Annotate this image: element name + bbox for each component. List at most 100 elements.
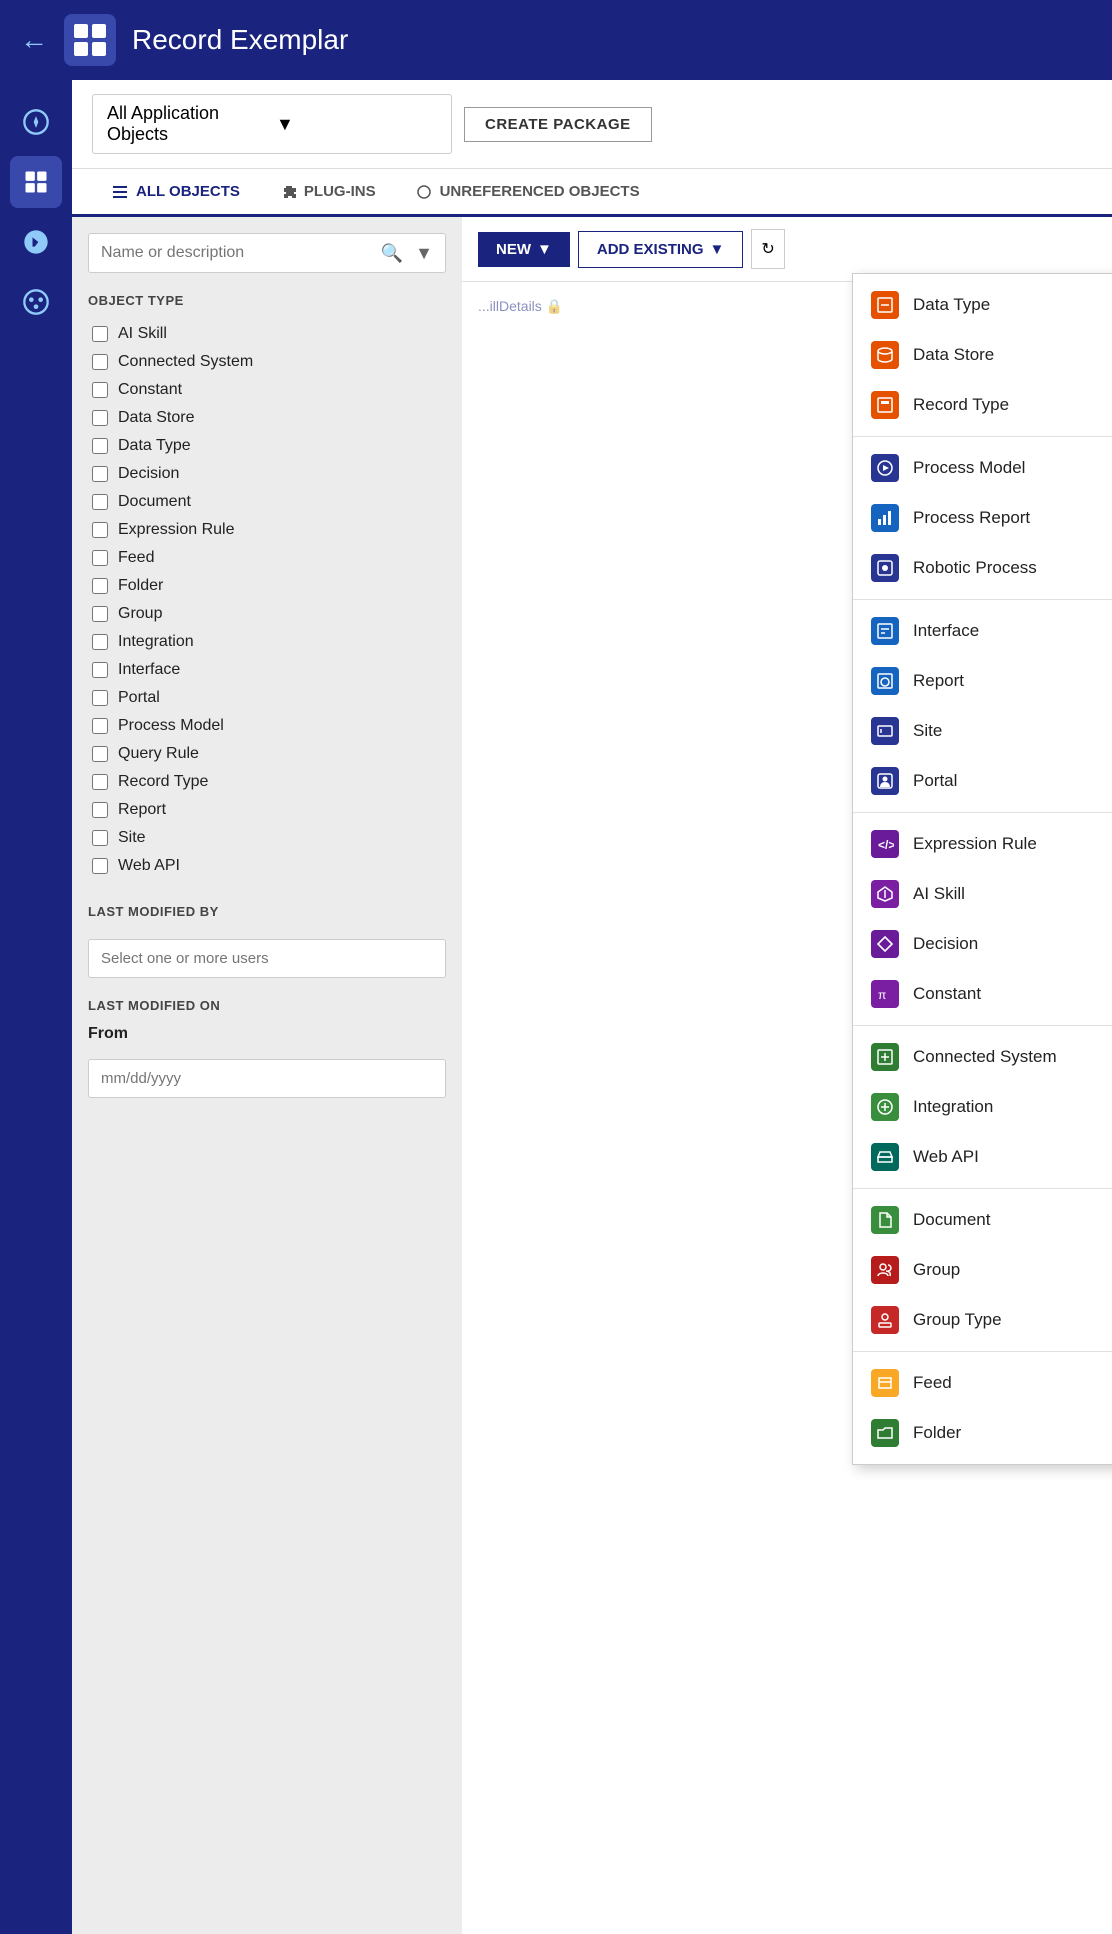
menu-item-decision[interactable]: Decision xyxy=(853,919,1112,969)
checkbox-item-data-type: Data Type xyxy=(88,432,446,460)
report-icon xyxy=(871,667,899,695)
checkbox-item-decision: Decision xyxy=(88,460,446,488)
new-dropdown-menu: Data Type Data StoreRecord Type Process Mo… xyxy=(852,273,1112,1465)
app-icon xyxy=(64,14,116,66)
checkbox-group[interactable] xyxy=(92,606,108,622)
menu-item-feed[interactable]: Feed xyxy=(853,1358,1112,1408)
menu-item-folder[interactable]: Folder xyxy=(853,1408,1112,1458)
menu-item-data-type[interactable]: Data Type xyxy=(853,280,1112,330)
sidebar-item-compass[interactable] xyxy=(10,96,62,148)
menu-item-interface[interactable]: Interface xyxy=(853,606,1112,656)
search-input[interactable] xyxy=(97,238,377,268)
checkbox-web-api[interactable] xyxy=(92,858,108,874)
checkbox-data-store[interactable] xyxy=(92,410,108,426)
sidebar-item-palette[interactable] xyxy=(10,276,62,328)
new-button[interactable]: NEW ▼ xyxy=(478,232,570,267)
menu-item-expression-rule[interactable]: </>Expression Rule xyxy=(853,819,1112,869)
process-report-icon xyxy=(871,504,899,532)
create-package-button[interactable]: CREATE PACKAGE xyxy=(464,107,652,142)
checkbox-constant[interactable] xyxy=(92,382,108,398)
app-objects-dropdown[interactable]: All Application Objects ▼ xyxy=(92,94,452,154)
checkbox-item-data-store: Data Store xyxy=(88,404,446,432)
checkbox-portal[interactable] xyxy=(92,690,108,706)
new-dropdown-arrow: ▼ xyxy=(537,241,552,258)
checkbox-decision[interactable] xyxy=(92,466,108,482)
puzzle-icon xyxy=(280,184,296,200)
date-from-input[interactable] xyxy=(88,1059,446,1098)
menu-section-6: FeedFolder xyxy=(853,1352,1112,1464)
checkbox-item-expression-rule: Expression Rule xyxy=(88,516,446,544)
tab-unreferenced[interactable]: UNREFERENCED OBJECTS xyxy=(396,169,660,217)
search-bar[interactable]: 🔍 ▼ xyxy=(88,233,446,273)
group-icon xyxy=(871,1256,899,1284)
checkbox-interface[interactable] xyxy=(92,662,108,678)
menu-item-label: Data Type xyxy=(913,295,990,315)
checkbox-integration[interactable] xyxy=(92,634,108,650)
checkbox-query-rule[interactable] xyxy=(92,746,108,762)
last-modified-on-section: LAST MODIFIED ON From xyxy=(88,998,446,1098)
search-expand-button[interactable]: ▼ xyxy=(411,239,437,268)
checkbox-process-model[interactable] xyxy=(92,718,108,734)
menu-item-process-report[interactable]: Process Report xyxy=(853,493,1112,543)
menu-item-site[interactable]: Site xyxy=(853,706,1112,756)
checkbox-item-query-rule: Query Rule xyxy=(88,740,446,768)
add-existing-label: ADD EXISTING xyxy=(597,241,704,258)
list-icon xyxy=(112,184,128,200)
checkbox-item-folder: Folder xyxy=(88,572,446,600)
users-input[interactable] xyxy=(88,939,446,978)
menu-item-label: Connected System xyxy=(913,1047,1057,1067)
checkbox-connected-system[interactable] xyxy=(92,354,108,370)
circle-icon xyxy=(416,184,432,200)
menu-item-integration[interactable]: Integration xyxy=(853,1082,1112,1132)
menu-item-label: Integration xyxy=(913,1097,993,1117)
from-label: From xyxy=(88,1025,446,1043)
menu-item-group-type[interactable]: Group Type xyxy=(853,1295,1112,1345)
menu-item-label: Process Model xyxy=(913,458,1025,478)
menu-item-process-model[interactable]: Process Model xyxy=(853,443,1112,493)
back-button[interactable]: ← xyxy=(20,24,48,56)
checkbox-item-portal: Portal xyxy=(88,684,446,712)
last-modified-by-section: LAST MODIFIED BY xyxy=(88,904,446,978)
menu-item-document[interactable]: Document xyxy=(853,1195,1112,1245)
data-type-icon xyxy=(871,291,899,319)
menu-item-label: Group Type xyxy=(913,1310,1002,1330)
checkbox-site[interactable] xyxy=(92,830,108,846)
checkbox-item-connected-system: Connected System xyxy=(88,348,446,376)
sidebar-item-objects[interactable] xyxy=(10,156,62,208)
tabs-bar: ALL OBJECTS PLUG-INS UNREFERENCED OBJECT… xyxy=(72,169,1112,217)
checkbox-ai-skill[interactable] xyxy=(92,326,108,342)
robotic-process-icon xyxy=(871,554,899,582)
tab-plug-ins[interactable]: PLUG-INS xyxy=(260,169,396,217)
checkbox-feed[interactable] xyxy=(92,550,108,566)
checkbox-data-type[interactable] xyxy=(92,438,108,454)
top-bar: ← Record Exemplar xyxy=(0,0,1112,80)
checkbox-item-ai-skill: AI Skill xyxy=(88,320,446,348)
menu-item-label: Robotic Process xyxy=(913,558,1037,578)
menu-item-robotic-process[interactable]: Robotic Process xyxy=(853,543,1112,593)
menu-item-group[interactable]: Group xyxy=(853,1245,1112,1295)
menu-item-record-type[interactable]: Record Type xyxy=(853,380,1112,430)
refresh-button[interactable]: ↻ xyxy=(751,229,784,269)
checkbox-folder[interactable] xyxy=(92,578,108,594)
tab-plug-ins-label: PLUG-INS xyxy=(304,183,376,200)
menu-item-constant[interactable]: πConstant xyxy=(853,969,1112,1019)
menu-item-data-store[interactable]: Data Store xyxy=(853,330,1112,380)
sidebar-item-deploy[interactable] xyxy=(10,216,62,268)
portal-icon xyxy=(871,767,899,795)
tab-all-objects[interactable]: ALL OBJECTS xyxy=(92,169,260,217)
menu-item-connected-system[interactable]: Connected System xyxy=(853,1032,1112,1082)
menu-item-ai-skill[interactable]: AI Skill xyxy=(853,869,1112,919)
menu-item-label: Expression Rule xyxy=(913,834,1037,854)
menu-item-web-api[interactable]: Web API xyxy=(853,1132,1112,1182)
menu-item-report[interactable]: Report xyxy=(853,656,1112,706)
menu-item-label: Document xyxy=(913,1210,990,1230)
checkbox-expression-rule[interactable] xyxy=(92,522,108,538)
checkbox-record-type[interactable] xyxy=(92,774,108,790)
search-button[interactable]: 🔍 xyxy=(377,239,407,268)
menu-item-portal[interactable]: Portal xyxy=(853,756,1112,806)
checkbox-item-web-api: Web API xyxy=(88,852,446,880)
feed-icon xyxy=(871,1369,899,1397)
add-existing-button[interactable]: ADD EXISTING ▼ xyxy=(578,231,744,268)
checkbox-document[interactable] xyxy=(92,494,108,510)
checkbox-report[interactable] xyxy=(92,802,108,818)
